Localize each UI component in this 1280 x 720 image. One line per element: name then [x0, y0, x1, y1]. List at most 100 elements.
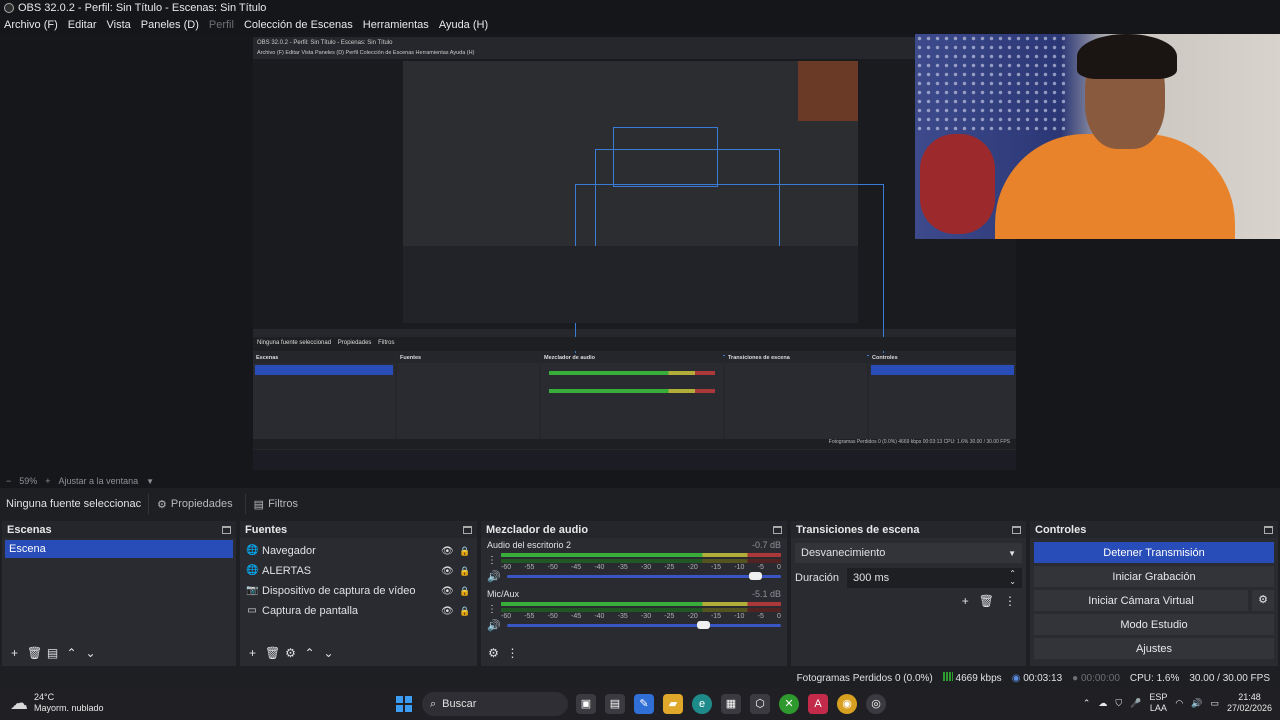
kebab-icon[interactable]: ⋮ — [487, 604, 497, 615]
taskbar-search[interactable]: ⌕ Buscar — [422, 692, 568, 716]
eye-icon[interactable]: 👁 — [441, 586, 454, 597]
window-title: OBS 32.0.2 - Perfil: Sin Título - Escena… — [18, 2, 267, 14]
acrobat-icon[interactable]: A — [808, 694, 828, 714]
source-item[interactable]: 🌐 ALERTAS 👁 🔒 — [240, 561, 477, 581]
chevron-up-icon[interactable]: ⌃ — [303, 646, 316, 660]
chevron-up-icon[interactable]: ⌃ — [1083, 698, 1091, 709]
xbox-icon[interactable]: ✕ — [779, 694, 799, 714]
speaker-icon[interactable]: 🔊 — [487, 570, 501, 583]
kebab-icon[interactable]: ⋮ — [487, 555, 497, 566]
chevron-down-icon[interactable]: ⌄ — [84, 646, 97, 660]
filters-button[interactable]: ▤ Filtros — [244, 494, 306, 514]
kebab-icon[interactable]: ⋮ — [1004, 594, 1016, 608]
task-view-icon[interactable]: ▣ — [576, 694, 596, 714]
studio-mode-button[interactable]: Modo Estudio — [1034, 614, 1274, 635]
nested-inner-preview — [403, 61, 884, 356]
transitions-dock: Transiciones de escena Desvanecimiento ▼… — [791, 521, 1026, 666]
menu-view[interactable]: Vista — [107, 19, 131, 31]
eye-icon[interactable]: 👁 — [441, 546, 454, 557]
edge-icon[interactable]: e — [692, 694, 712, 714]
trash-icon[interactable]: 🗑 — [265, 646, 280, 660]
duration-input[interactable]: 300 ms ⌃ ⌄ — [847, 568, 1022, 588]
stepper-icon[interactable]: ⌃ ⌄ — [1009, 570, 1016, 586]
folder-icon[interactable]: ▰ — [663, 694, 683, 714]
zoom-out-button[interactable]: − — [6, 476, 11, 486]
gear-icon[interactable]: ⚙ — [284, 646, 297, 660]
source-item[interactable]: 📷 Dispositivo de captura de vídeo 👁 🔒 — [240, 581, 477, 601]
preview-canvas[interactable]: OBS 32.0.2 - Perfil: Sin Título - Escena… — [253, 37, 1016, 470]
chevron-up-icon[interactable]: ⌃ — [65, 646, 78, 660]
zoom-in-button[interactable]: + — [45, 476, 50, 486]
webcam-source[interactable] — [915, 34, 1280, 239]
undock-icon[interactable] — [773, 525, 782, 534]
audio-meter — [501, 608, 781, 612]
menu-help[interactable]: Ayuda (H) — [439, 19, 488, 31]
menu-file[interactable]: Archivo (F) — [4, 19, 58, 31]
channel-name: Mic/Aux — [487, 589, 520, 599]
kebab-icon[interactable]: ⋮ — [506, 646, 519, 660]
gear-icon[interactable]: ⚙ — [487, 646, 500, 660]
settings-button[interactable]: Ajustes — [1034, 638, 1274, 659]
menu-profile[interactable]: Perfil — [209, 19, 234, 31]
volume-slider[interactable] — [506, 620, 781, 629]
channel-db: -0.7 dB — [751, 540, 781, 550]
audio-meter — [501, 553, 781, 557]
undock-icon[interactable] — [222, 525, 231, 534]
clock[interactable]: 21:48 27/02/2026 — [1227, 692, 1272, 714]
add-icon[interactable]: + — [246, 646, 259, 660]
system-tray: ⌃ ☁ ⛉ 🎤 ESP LAA ◠ 🔊 ▭ 21:48 27/02/2026 — [1083, 692, 1272, 714]
undock-icon[interactable] — [463, 525, 472, 534]
menu-scene-collection[interactable]: Colección de Escenas — [244, 19, 353, 31]
microphone-icon[interactable]: 🎤 — [1130, 698, 1141, 709]
scene-item[interactable]: Escena — [5, 540, 233, 558]
chrome-icon[interactable]: ◉ — [837, 694, 857, 714]
transition-select[interactable]: Desvanecimiento ▼ — [795, 543, 1022, 563]
start-recording-button[interactable]: Iniciar Grabación — [1034, 566, 1274, 587]
menu-tools[interactable]: Herramientas — [363, 19, 429, 31]
security-icon[interactable]: ⛉ — [1115, 698, 1122, 709]
language-indicator[interactable]: ESP LAA — [1149, 692, 1167, 714]
volume-slider[interactable] — [506, 571, 781, 580]
volume-knob[interactable] — [748, 571, 762, 580]
undock-icon[interactable] — [1012, 525, 1021, 534]
lock-icon[interactable]: 🔒 — [459, 586, 470, 597]
gear-icon[interactable]: ⚙ — [1252, 590, 1274, 611]
obs-icon[interactable]: ◎ — [866, 694, 886, 714]
add-icon[interactable]: + — [8, 646, 21, 660]
volume-knob[interactable] — [696, 620, 710, 629]
chevron-down-icon[interactable]: ⌄ — [322, 646, 335, 660]
eye-icon[interactable]: 👁 — [441, 606, 454, 617]
add-icon[interactable]: + — [962, 594, 969, 608]
editor-icon[interactable]: ✎ — [634, 694, 654, 714]
chevron-down-icon[interactable]: ▼ — [146, 477, 154, 486]
wifi-icon[interactable]: ◠ — [1175, 698, 1183, 709]
properties-button[interactable]: ⚙ Propiedades — [148, 494, 241, 514]
source-item[interactable]: ▭ Captura de pantalla 👁 🔒 — [240, 601, 477, 621]
cloud-icon[interactable]: ☁ — [1098, 698, 1107, 709]
speaker-icon[interactable]: 🔊 — [487, 619, 501, 632]
undock-icon[interactable] — [1264, 525, 1273, 534]
store-icon[interactable]: ▦ — [721, 694, 741, 714]
eye-icon[interactable]: 👁 — [441, 566, 454, 577]
lock-icon[interactable]: 🔒 — [459, 546, 470, 557]
volume-icon[interactable]: 🔊 — [1191, 698, 1202, 709]
battery-icon[interactable]: ▭ — [1210, 698, 1219, 709]
trash-icon[interactable]: 🗑 — [979, 594, 994, 608]
windows-start-icon[interactable] — [396, 696, 412, 712]
start-virtual-camera-button[interactable]: Iniciar Cámara Virtual ⚙ — [1034, 590, 1274, 611]
filter-icon[interactable]: ▤ — [46, 646, 59, 660]
preview-area[interactable]: OBS 32.0.2 - Perfil: Sin Título - Escena… — [0, 34, 1280, 474]
notepad-icon[interactable]: ▤ — [605, 694, 625, 714]
lock-icon[interactable]: 🔒 — [459, 566, 470, 577]
stop-streaming-button[interactable]: Detener Transmisión — [1034, 542, 1274, 563]
lock-icon[interactable]: 🔒 — [459, 606, 470, 617]
app-icon[interactable]: ⬡ — [750, 694, 770, 714]
scenes-toolbar: + 🗑 ▤ ⌃ ⌄ — [2, 644, 236, 662]
menu-docks[interactable]: Paneles (D) — [141, 19, 199, 31]
source-item[interactable]: 🌐 Navegador 👁 🔒 — [240, 541, 477, 561]
nested-dock: Controles — [869, 353, 1016, 445]
trash-icon[interactable]: 🗑 — [27, 646, 42, 660]
menu-edit[interactable]: Editar — [68, 19, 97, 31]
weather-widget[interactable]: ☁ 24°C Mayorm. nublado — [10, 692, 104, 714]
fit-to-window-button[interactable]: Ajustar a la ventana — [59, 476, 139, 486]
